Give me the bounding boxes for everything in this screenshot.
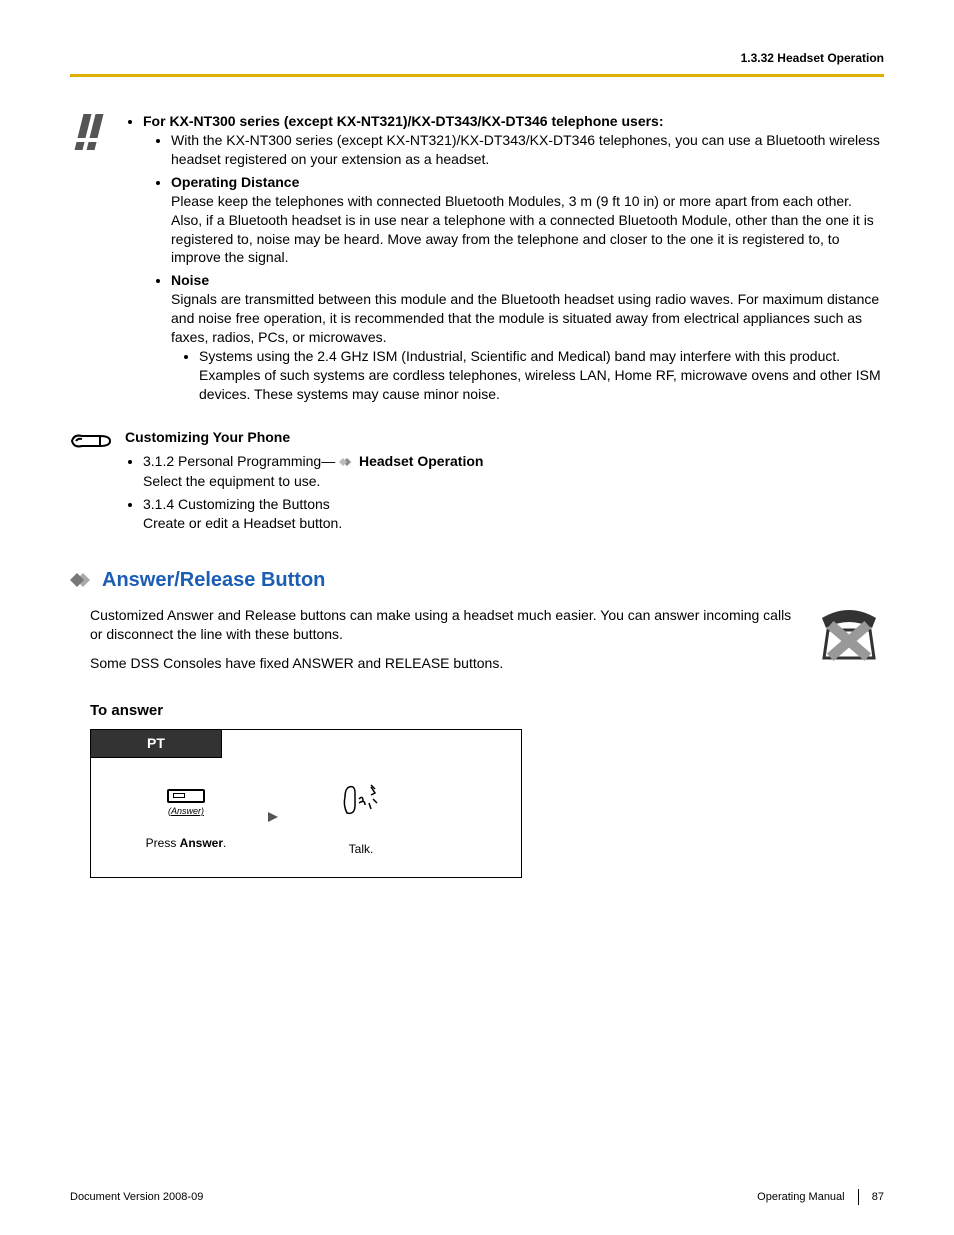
page-footer: Document Version 2008-09 Operating Manua… xyxy=(70,1189,884,1205)
step1-caption-bold: Answer xyxy=(180,836,223,850)
answer-button-label: (Answer) xyxy=(106,805,266,817)
hand-point-icon xyxy=(70,428,125,459)
header-section-label: 1.3.32 Headset Operation xyxy=(70,50,884,66)
answer-para2: Some DSS Consoles have fixed ANSWER and … xyxy=(90,654,884,673)
answer-heading-row: Answer/Release Button xyxy=(70,567,884,594)
answer-release-heading: Answer/Release Button xyxy=(102,567,325,594)
important-icon xyxy=(70,112,125,157)
diagram-tab: PT xyxy=(91,730,222,758)
important-l1-bold: For KX-NT300 series (except KX-NT321)/KX… xyxy=(143,113,664,129)
step-press-answer: (Answer) Press Answer. xyxy=(106,789,266,851)
talk-icon xyxy=(341,783,381,819)
operating-distance-heading: Operating Distance xyxy=(171,174,299,190)
diamond-icon xyxy=(70,572,96,588)
diamond-icon xyxy=(339,453,355,472)
customize-item2-sub: Create or edit a Headset button. xyxy=(143,515,342,531)
customize-section: Customizing Your Phone 3.1.2 Personal Pr… xyxy=(70,428,884,537)
list-item: Noise Signals are transmitted between th… xyxy=(171,271,884,403)
list-item: 3.1.2 Personal Programming— Headset Oper… xyxy=(143,452,884,491)
phone-x-icon xyxy=(814,606,884,673)
step2-caption: Talk. xyxy=(296,841,426,857)
to-answer-heading: To answer xyxy=(90,701,884,721)
arrow-icon xyxy=(266,810,296,829)
step1-caption-pre: Press xyxy=(146,836,180,850)
list-item: Operating Distance Please keep the telep… xyxy=(171,173,884,267)
step1-caption-post: . xyxy=(223,836,226,850)
footer-left: Document Version 2008-09 xyxy=(70,1190,203,1205)
list-item: With the KX-NT300 series (except KX-NT32… xyxy=(171,131,884,169)
customize-item1-sub: Select the equipment to use. xyxy=(143,473,320,489)
step-talk: Talk. xyxy=(296,783,426,857)
header-rule xyxy=(70,74,884,77)
list-item: For KX-NT300 series (except KX-NT321)/KX… xyxy=(143,112,884,403)
list-item: 3.1.4 Customizing the Buttons Create or … xyxy=(143,495,884,533)
procedure-diagram: PT (Answer) Press Answer. Talk. xyxy=(90,729,522,878)
customize-item1-pre: 3.1.2 Personal Programming— xyxy=(143,453,335,469)
footer-page: 87 xyxy=(872,1191,884,1203)
list-item: Systems using the 2.4 GHz ISM (Industria… xyxy=(199,347,884,404)
customize-item2: 3.1.4 Customizing the Buttons xyxy=(143,496,330,512)
footer-right-label: Operating Manual xyxy=(757,1191,844,1203)
customize-item1-bold: Headset Operation xyxy=(359,453,483,469)
footer-divider xyxy=(858,1189,859,1205)
answer-button-icon xyxy=(167,789,205,803)
customize-title: Customizing Your Phone xyxy=(125,428,884,447)
answer-para1: Customized Answer and Release buttons ca… xyxy=(90,606,884,644)
noise-text: Signals are transmitted between this mod… xyxy=(171,291,879,345)
important-section: For KX-NT300 series (except KX-NT321)/KX… xyxy=(70,112,884,407)
operating-distance-text: Please keep the telephones with connecte… xyxy=(171,193,874,266)
noise-heading: Noise xyxy=(171,272,209,288)
answer-body: Customized Answer and Release buttons ca… xyxy=(70,606,884,683)
